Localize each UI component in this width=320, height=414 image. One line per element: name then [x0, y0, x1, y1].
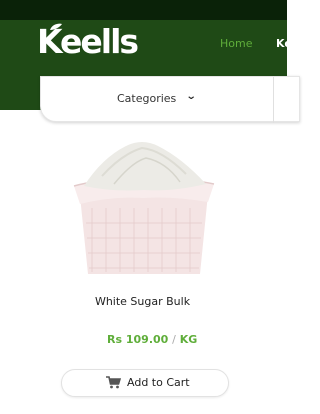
leaf-icon [50, 23, 62, 30]
product-name[interactable]: White Sugar Bulk [0, 295, 287, 308]
nav-next-link[interactable]: Ke [276, 37, 292, 50]
divider [273, 77, 274, 123]
product-name-text: White Sugar Bulk [94, 295, 191, 308]
shopping-cart-icon [106, 376, 121, 389]
price-unit: KG [179, 333, 198, 346]
product-price: Rs 109.00 / KG [107, 333, 197, 346]
product-image[interactable] [62, 128, 226, 278]
add-to-cart-label: Add to Cart [127, 376, 190, 389]
add-to-cart-button[interactable]: Add to Cart [61, 369, 229, 397]
chevron-down-icon: ⌄ [185, 91, 197, 102]
price-currency: Rs [107, 333, 123, 346]
categories-label: Categories [117, 92, 177, 105]
nav-home-link[interactable]: Home [220, 37, 252, 50]
top-strip [0, 0, 287, 20]
keells-logo[interactable]: Keells [37, 23, 139, 60]
price-value: 109.00 [125, 333, 169, 346]
price-separator: / [172, 333, 176, 346]
categories-bar: Categories ⌄ [40, 76, 300, 123]
